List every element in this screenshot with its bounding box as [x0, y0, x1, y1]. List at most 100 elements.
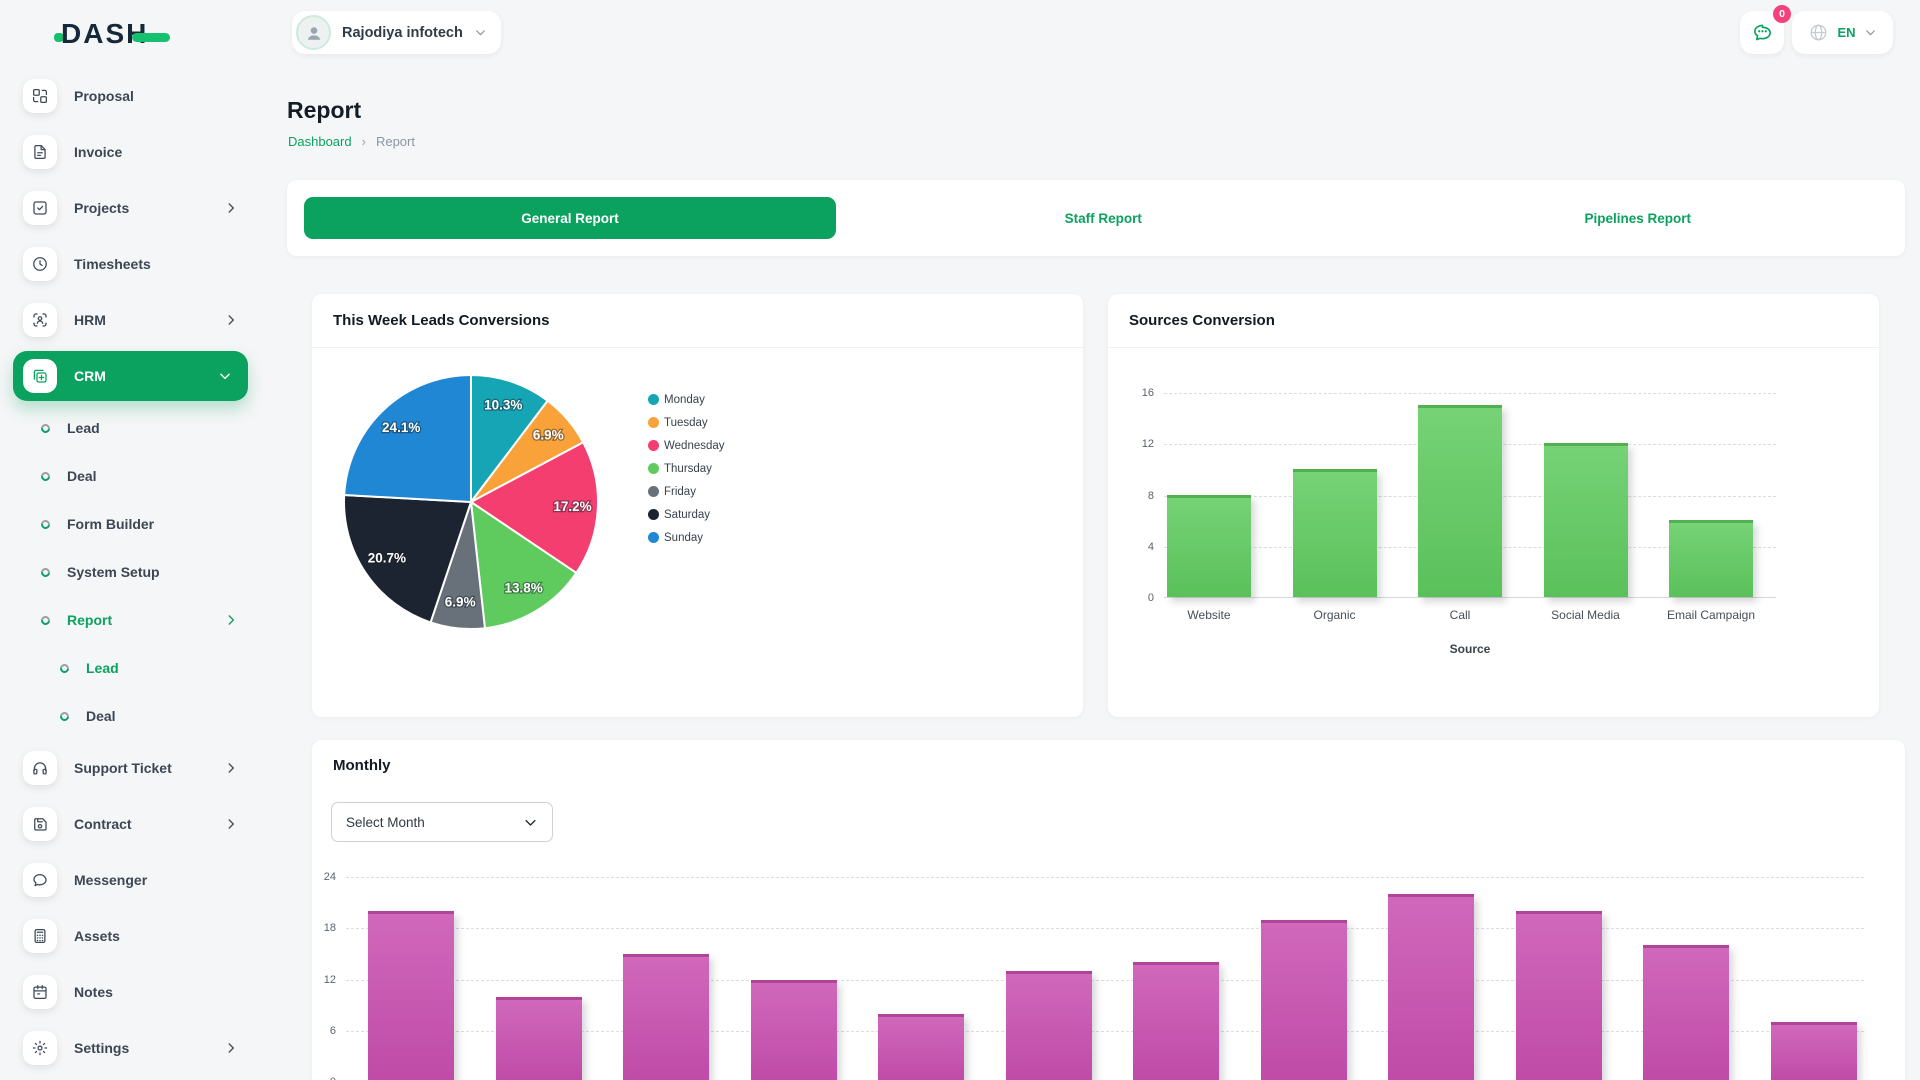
bullet-icon [39, 614, 52, 627]
sidebar-item-proposal[interactable]: Proposal [0, 68, 256, 124]
gridline [346, 928, 1864, 929]
brand-logo[interactable]: DASH [54, 18, 170, 50]
sources-bar-chart: Source 0481216WebsiteOrganicCallSocial M… [1164, 393, 1776, 598]
sidebar-item-label: Notes [74, 984, 113, 1000]
chevron-right-icon [224, 313, 238, 327]
sources-conversion-title: Sources Conversion [1108, 294, 1879, 348]
pie-value-label: 24.1% [382, 420, 420, 435]
y-axis-tick: 0 [1148, 592, 1154, 604]
crm-icon [23, 359, 57, 393]
bullet-icon [39, 566, 52, 579]
y-axis-tick: 16 [1142, 387, 1154, 399]
logo-dash-icon [132, 33, 170, 42]
sidebar-item-timesheets[interactable]: Timesheets [0, 236, 256, 292]
sidebar-item-form-builder[interactable]: Form Builder [0, 500, 256, 548]
bar-month-6 [1006, 971, 1092, 1080]
week-leads-pie-chart: 10.3%6.9%17.2%13.8%6.9%20.7%24.1% [331, 362, 611, 642]
month-select[interactable]: Select Month [331, 802, 553, 842]
legend-dot-icon [648, 417, 659, 428]
sidebar-item-label: Invoice [74, 144, 122, 160]
gridline [1164, 393, 1776, 394]
bar-email-campaign [1669, 520, 1753, 597]
sidebar-item-settings[interactable]: Settings [0, 1020, 256, 1076]
legend-dot-icon [648, 532, 659, 543]
week-leads-title: This Week Leads Conversions [312, 294, 1083, 348]
sidebar-item-notes[interactable]: Notes [0, 964, 256, 1020]
x-axis-title: Source [1450, 642, 1491, 656]
sources-conversion-card: Sources Conversion Source 0481216Website… [1108, 294, 1879, 717]
bar-month-2 [496, 997, 582, 1080]
legend-item-thursday: Thursday [648, 457, 725, 480]
notes-icon [23, 975, 57, 1009]
sidebar-item-lead[interactable]: Lead [0, 644, 256, 692]
legend-item-friday: Friday [648, 480, 725, 503]
y-axis-tick: 0 [330, 1076, 336, 1080]
chevron-right-icon [224, 613, 238, 627]
bar-month-9 [1388, 894, 1474, 1080]
sidebar-item-report[interactable]: Report [0, 596, 256, 644]
pie-value-label: 17.2% [553, 499, 591, 514]
sidebar-item-label: System Setup [67, 564, 160, 580]
chat-bubble-icon [1751, 21, 1774, 44]
pie-slice-sunday [344, 375, 471, 502]
sidebar-item-support-ticket[interactable]: Support Ticket [0, 740, 256, 796]
bar-month-12 [1771, 1022, 1857, 1080]
bullet-icon [39, 470, 52, 483]
x-axis-category-label: Call [1450, 608, 1471, 622]
sidebar-nav: Proposal Invoice Projects Timesheets HRM CRM L… [0, 68, 256, 1076]
pie-value-label: 6.9% [533, 428, 564, 443]
sidebar-item-label: Support Ticket [74, 760, 172, 776]
messages-button[interactable]: 0 [1740, 11, 1784, 54]
sidebar-item-lead[interactable]: Lead [0, 404, 256, 452]
sidebar-item-invoice[interactable]: Invoice [0, 124, 256, 180]
sidebar-item-deal[interactable]: Deal [0, 692, 256, 740]
sidebar-item-label: Contract [74, 816, 132, 832]
projects-icon [23, 191, 57, 225]
sidebar-item-assets[interactable]: Assets [0, 908, 256, 964]
tab-pipelines-report[interactable]: Pipelines Report [1584, 211, 1691, 226]
y-axis-tick: 12 [324, 974, 336, 986]
sidebar-item-projects[interactable]: Projects [0, 180, 256, 236]
tab-staff-report[interactable]: Staff Report [1065, 211, 1142, 226]
pie-legend: MondayTuesdayWednesdayThursdayFridaySatu… [648, 388, 725, 549]
sidebar-item-label: Settings [74, 1040, 129, 1056]
sidebar-item-label: HRM [74, 312, 106, 328]
sidebar-item-crm[interactable]: CRM [13, 351, 248, 401]
support-ticket-icon [23, 751, 57, 785]
language-selector[interactable]: EN [1792, 11, 1893, 54]
monthly-bar-chart: 06121824 [346, 877, 1864, 1080]
sidebar-item-messenger[interactable]: Messenger [0, 852, 256, 908]
legend-item-saturday: Saturday [648, 503, 725, 526]
monthly-title: Monthly [333, 757, 391, 774]
tab-general-report[interactable]: General Report [304, 197, 836, 239]
bullet-icon [58, 662, 71, 675]
breadcrumb-dashboard-link[interactable]: Dashboard [288, 134, 352, 149]
sidebar-item-hrm[interactable]: HRM [0, 292, 256, 348]
week-leads-card: This Week Leads Conversions 10.3% 6.9% 17.… [312, 294, 1083, 717]
bullet-icon [39, 518, 52, 531]
legend-dot-icon [648, 394, 659, 405]
breadcrumb-current: Report [376, 134, 415, 149]
pie-value-label: 10.3% [484, 397, 522, 412]
legend-dot-icon [648, 509, 659, 520]
globe-icon [1808, 22, 1829, 43]
sidebar-item-deal[interactable]: Deal [0, 452, 256, 500]
legend-label: Thursday [664, 463, 712, 475]
legend-label: Monday [664, 394, 705, 406]
sidebar-item-contract[interactable]: Contract [0, 796, 256, 852]
monthly-card: Monthly Select Month 06121824 [312, 740, 1905, 1080]
pie-value-label: 13.8% [504, 580, 542, 595]
bar-month-8 [1261, 920, 1347, 1080]
chevron-down-icon [523, 815, 538, 830]
company-selector[interactable]: Rajodiya infotech [292, 11, 501, 54]
chat-badge: 0 [1773, 5, 1791, 23]
month-select-value: Select Month [346, 815, 425, 830]
sidebar-item-label: Report [67, 612, 112, 628]
bar-month-11 [1643, 945, 1729, 1080]
x-axis-category-label: Organic [1313, 608, 1355, 622]
sidebar-item-label: Lead [86, 660, 119, 676]
sidebar-item-label: Timesheets [74, 256, 151, 272]
sidebar-item-system-setup[interactable]: System Setup [0, 548, 256, 596]
y-axis-tick: 6 [330, 1025, 336, 1037]
sidebar-item-label: CRM [74, 368, 106, 384]
